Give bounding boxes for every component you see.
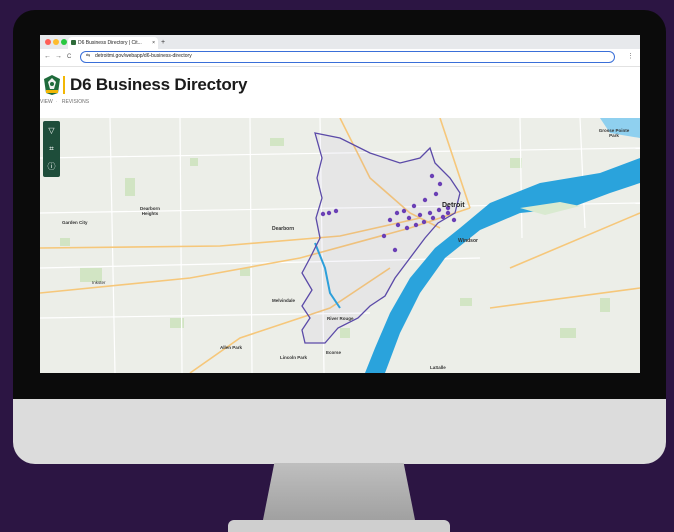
business-marker[interactable]: [395, 222, 401, 228]
business-marker[interactable]: [433, 191, 439, 197]
back-button[interactable]: ←: [44, 52, 51, 62]
label-melvindale: Melvindale: [272, 298, 296, 303]
subnav-view-link[interactable]: VIEW: [40, 99, 53, 105]
subnav-revisions-link[interactable]: REVISIONS: [62, 99, 89, 105]
url-text: detroitmi.gov/webapp/d6-business-directo…: [95, 53, 192, 59]
business-marker[interactable]: [326, 210, 332, 216]
business-marker[interactable]: [411, 203, 417, 209]
url-input[interactable]: ⇆ detroitmi.gov/webapp/d6-business-direc…: [80, 51, 615, 63]
label-inkster: Inkster: [92, 280, 106, 285]
city-seal-logo-icon: [44, 75, 60, 95]
business-marker[interactable]: [413, 222, 419, 228]
business-marker[interactable]: [440, 214, 446, 220]
business-map[interactable]: ▽ ⌗ ⓘ Detroit Windsor Dearborn Dearborn …: [40, 118, 640, 373]
select-region-icon[interactable]: ⌗: [43, 140, 60, 157]
browser-tab[interactable]: D6 Business Directory | Cit... ×: [68, 37, 158, 49]
info-icon[interactable]: ⓘ: [43, 158, 60, 175]
browser-menu-icon[interactable]: ⋮: [627, 52, 634, 62]
address-bar: ← → C ⇆ detroitmi.gov/webapp/d6-business…: [40, 49, 640, 67]
forward-button[interactable]: →: [55, 52, 62, 62]
new-tab-button[interactable]: +: [161, 37, 165, 48]
title-divider: [63, 76, 65, 94]
business-marker[interactable]: [406, 215, 412, 221]
business-marker[interactable]: [429, 173, 435, 179]
business-marker[interactable]: [392, 247, 398, 253]
business-marker[interactable]: [320, 211, 326, 217]
browser-window: D6 Business Directory | Cit... × + ← → C…: [40, 35, 640, 373]
page-title: D6 Business Directory: [70, 75, 248, 94]
business-marker[interactable]: [451, 217, 457, 223]
label-detroit: Detroit: [442, 202, 465, 209]
label-river-rouge: River Rouge: [327, 316, 354, 321]
label-garden-city: Garden City: [62, 220, 88, 225]
label-windsor: Windsor: [458, 238, 478, 244]
business-marker[interactable]: [394, 210, 400, 216]
business-marker[interactable]: [436, 207, 442, 213]
business-marker[interactable]: [381, 233, 387, 239]
label-dearborn: Dearborn: [272, 226, 295, 232]
sub-navigation: VIEW · REVISIONS: [40, 99, 90, 105]
site-settings-icon[interactable]: ⇆: [86, 52, 90, 61]
business-marker[interactable]: [422, 197, 428, 203]
label-lasalle: LaSalle: [430, 365, 446, 370]
monitor-chin: [13, 399, 666, 464]
monitor-stand: [262, 463, 416, 525]
tab-bar: D6 Business Directory | Cit... × +: [40, 35, 640, 49]
favicon-icon: [71, 40, 76, 45]
filter-icon[interactable]: ▽: [43, 122, 60, 139]
maximize-window-icon[interactable]: [61, 39, 67, 45]
business-marker[interactable]: [401, 208, 407, 214]
business-marker[interactable]: [421, 219, 427, 225]
monitor-base: [228, 520, 450, 532]
label-ecorse: Ecorse: [326, 350, 342, 355]
business-marker[interactable]: [404, 225, 410, 231]
business-marker[interactable]: [427, 210, 433, 216]
map-toolbar: ▽ ⌗ ⓘ: [43, 121, 60, 177]
label-grosse-pointe-park: Grosse Pointe Park: [598, 128, 630, 138]
label-allen-park: Allen Park: [220, 345, 243, 350]
tab-title: D6 Business Directory | Cit...: [78, 40, 142, 46]
district-6-boundary: [301, 132, 461, 344]
minimize-window-icon[interactable]: [53, 39, 59, 45]
label-lincoln-park: Lincoln Park: [280, 355, 308, 360]
map-canvas: [40, 118, 640, 373]
app-header: D6 Business Directory VIEW · REVISIONS: [40, 67, 640, 109]
tab-close-icon[interactable]: ×: [152, 37, 155, 49]
reload-button[interactable]: C: [67, 52, 71, 62]
close-window-icon[interactable]: [45, 39, 51, 45]
business-marker[interactable]: [430, 215, 436, 221]
label-dearborn-heights: Dearborn Heights: [139, 206, 160, 216]
business-marker[interactable]: [417, 212, 423, 218]
business-marker[interactable]: [437, 181, 443, 187]
business-marker[interactable]: [387, 217, 393, 223]
business-marker[interactable]: [333, 208, 339, 214]
business-marker[interactable]: [445, 210, 451, 216]
